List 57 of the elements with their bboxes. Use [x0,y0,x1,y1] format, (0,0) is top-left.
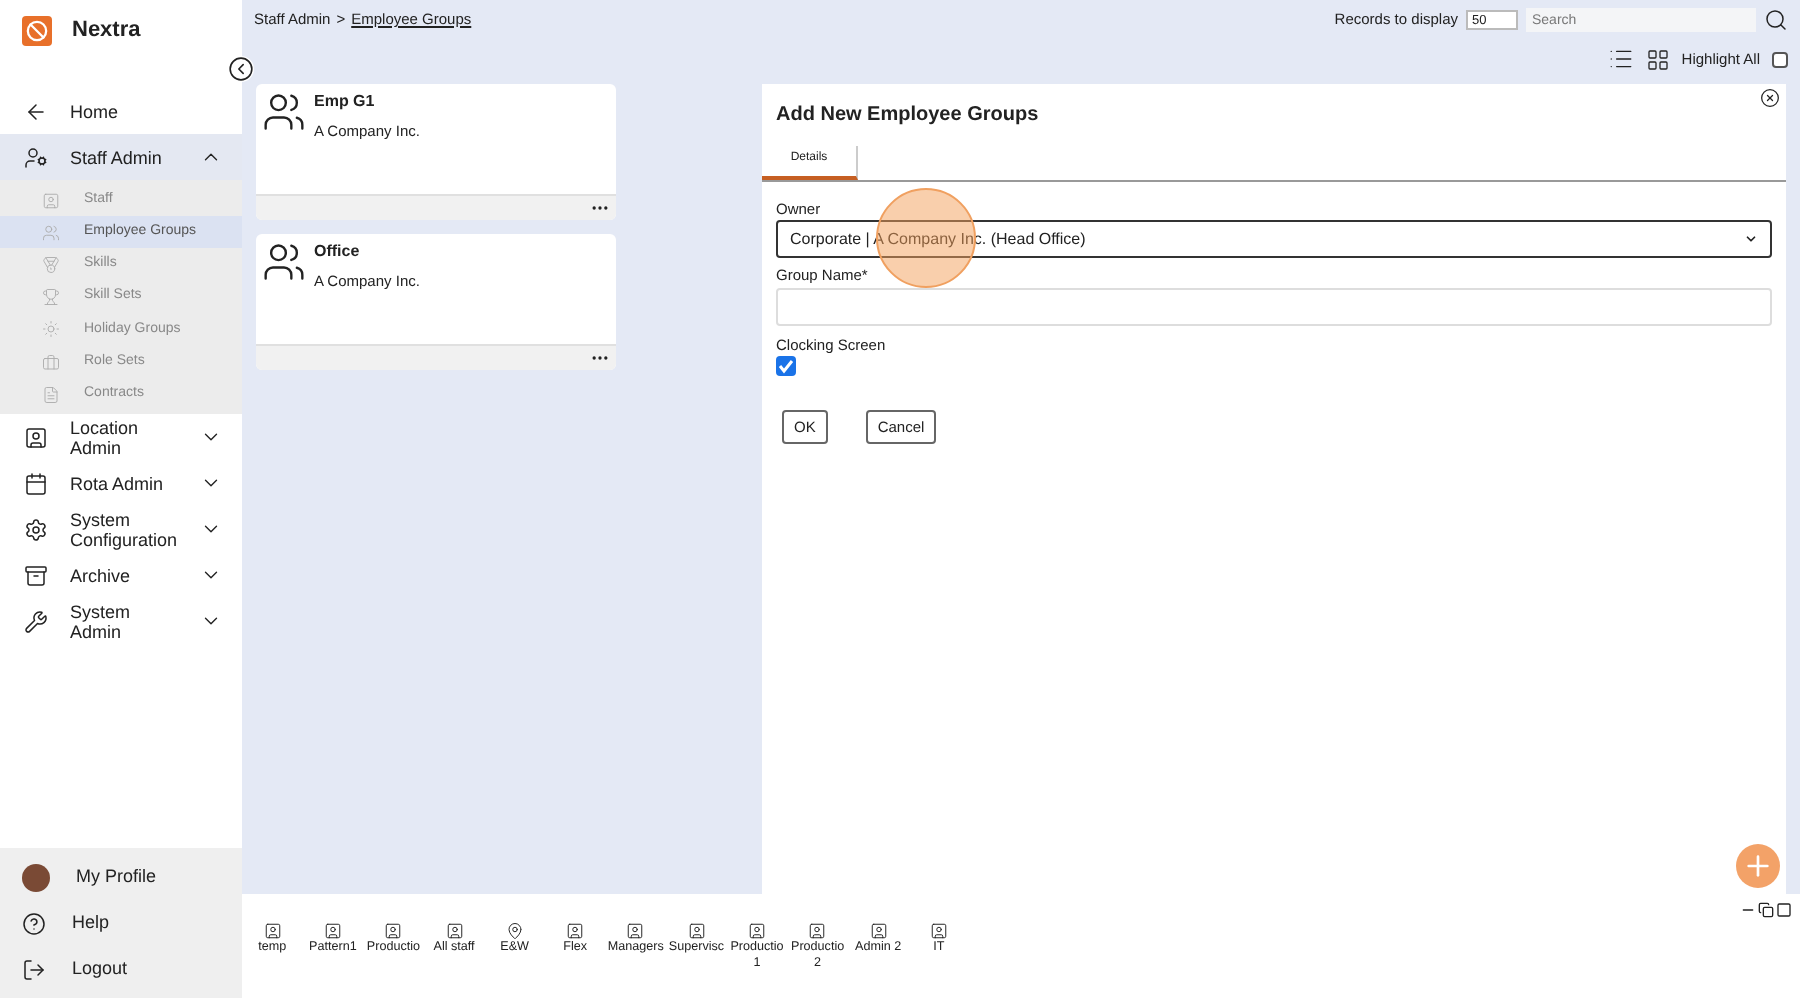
person-icon [808,922,827,940]
person-icon [566,922,585,940]
submenu-icon [42,320,60,339]
nav-item[interactable]: Rota Admin [0,460,242,507]
person-icon [869,922,888,940]
restore-icon[interactable] [1758,902,1774,918]
app-name: Nextra [72,15,141,46]
group-name: Emp G1 [314,90,377,114]
submenu-icon [42,385,60,404]
submenu-icon [42,191,60,210]
group-icon [262,240,306,284]
nav-icon [24,471,48,496]
dropdown-caret-icon [1744,232,1758,247]
person-icon [323,922,342,940]
footer-nav-item[interactable]: Help [0,900,242,946]
person-icon [748,922,767,940]
footer-nav-item[interactable]: My Profile [0,854,242,900]
plus-icon [1742,850,1774,882]
nav-icon [24,99,48,123]
search-icon[interactable] [1764,8,1788,32]
nav-icon [24,517,48,542]
close-icon[interactable] [1760,88,1780,108]
grid-view-icon[interactable] [1645,47,1670,71]
person-icon [687,922,706,940]
submenu-icon [42,255,60,274]
maximize-icon[interactable] [1776,902,1792,918]
clocking-screen-checkbox[interactable] [776,355,796,376]
avatar [22,863,50,891]
nav-item[interactable]: Location Admin [0,414,242,461]
footer-nav-item[interactable]: Logout [0,946,242,992]
group-name: Office [314,240,362,264]
highlight-all-checkbox[interactable] [1772,51,1788,67]
submenu-icon [42,353,60,372]
nav-icon [24,609,48,634]
person-icon [929,922,948,940]
submenu-icon [42,288,60,307]
logout-icon [22,957,46,981]
person-icon [626,922,645,940]
help-icon [22,911,46,935]
person-icon [384,922,403,940]
person-icon [263,922,282,940]
nav-item[interactable]: Home [0,88,242,134]
nav-icon [24,145,48,169]
dialog-title: Add New Employee Groups [776,102,1039,130]
pin-icon [505,922,524,940]
collapse-sidebar-button[interactable] [228,56,254,82]
nav-item[interactable]: Staff Admin [0,134,242,180]
person-icon [445,922,464,940]
nav-icon [24,425,48,450]
logo-icon [22,15,52,45]
nav-item[interactable]: System Configuration [0,506,242,553]
nav-icon [24,563,48,588]
group-name-field[interactable] [776,287,1772,325]
nav-item[interactable]: Archive [0,552,242,599]
submenu-icon [42,223,60,242]
group-icon [262,90,306,134]
nav-item[interactable]: System Admin [0,598,242,645]
